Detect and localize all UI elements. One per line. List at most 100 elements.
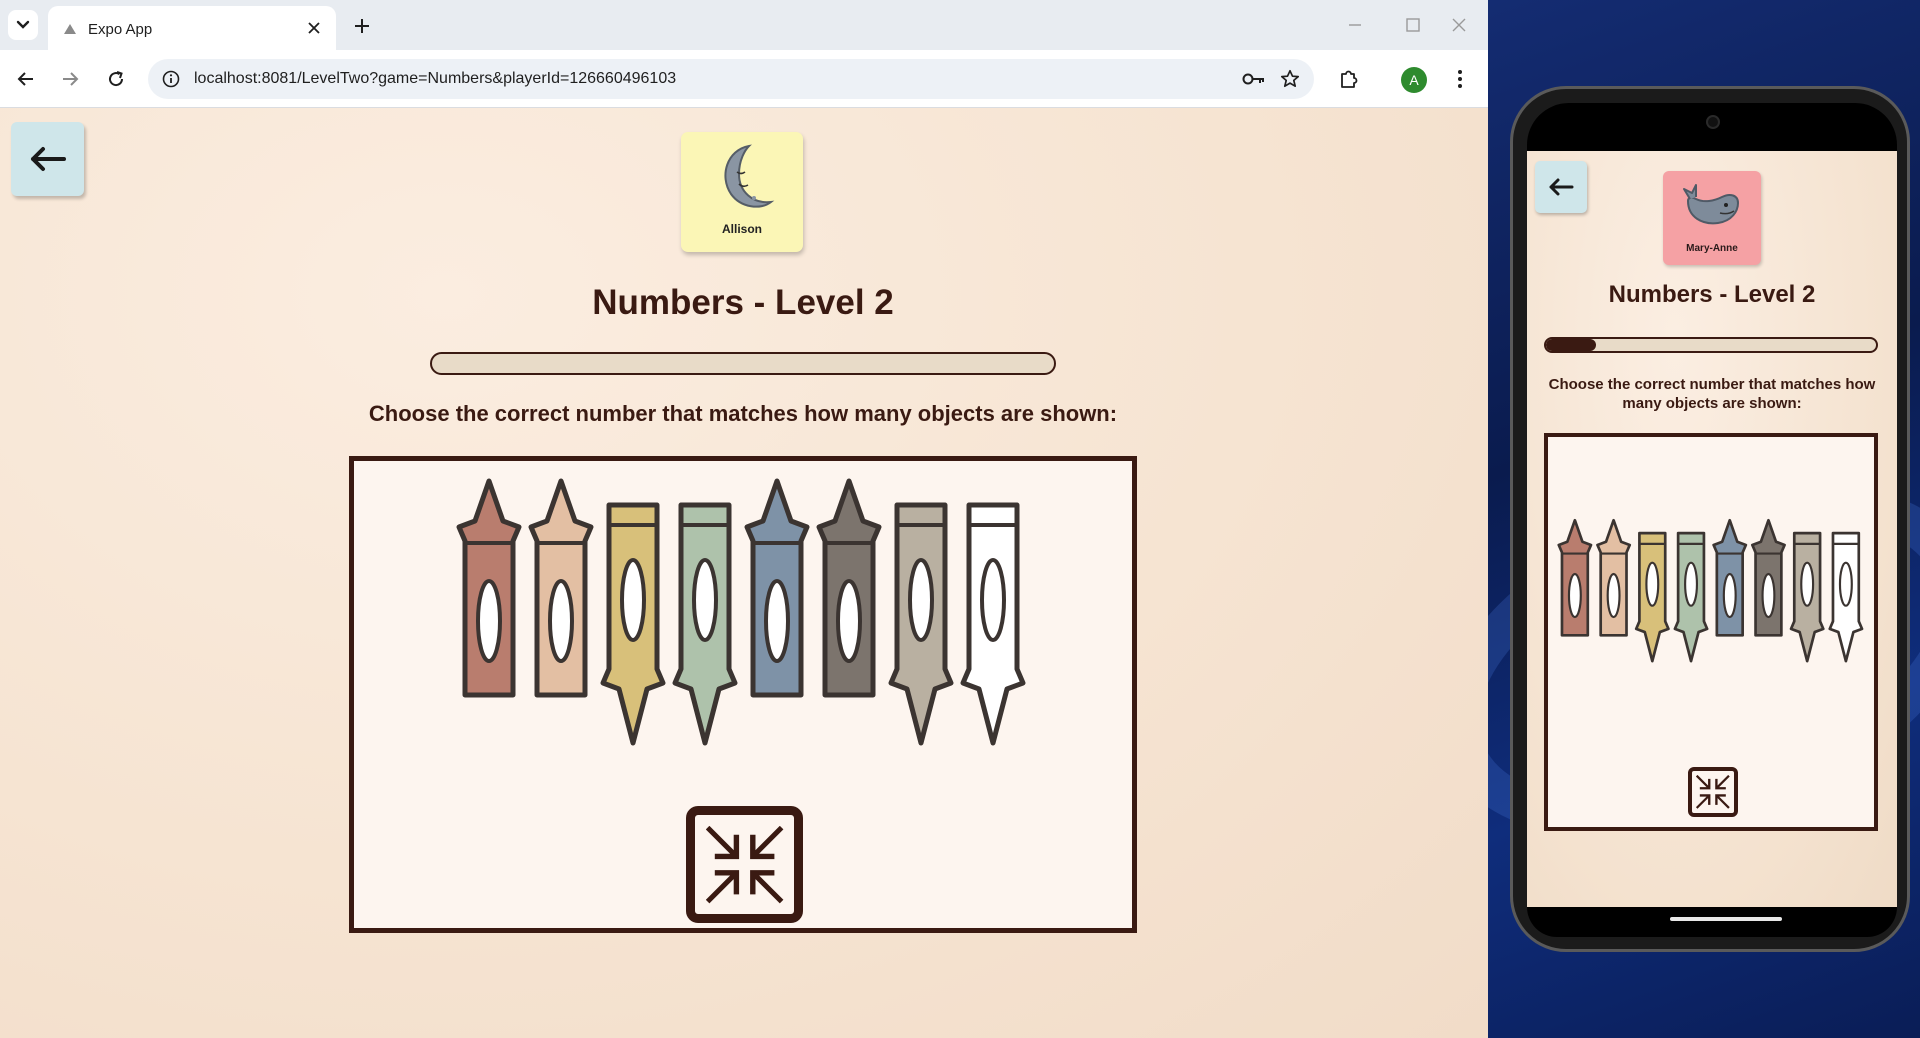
crayons-group [1557,518,1864,663]
browser-window: Expo App localhost:8081/LevelTwo?game=Nu… [0,0,1488,1038]
profile-avatar[interactable]: A [1401,67,1427,93]
crayon-3 [1634,531,1670,663]
objects-panel [349,456,1137,933]
objects-panel [1544,433,1878,831]
android-emulator: Mary-Anne Numbers - Level 2 Choose the c… [1510,86,1910,952]
forward-icon [63,72,79,86]
crayon-8 [1828,531,1864,663]
tab-strip: Expo App [0,0,1488,50]
kebab-menu-icon [1458,70,1462,88]
crayon-5 [1712,518,1748,637]
instruction-text: Choose the correct number that matches h… [368,401,1118,426]
bookmark-button[interactable] [1278,67,1302,91]
reload-button[interactable] [100,63,132,95]
gesture-handle[interactable] [1670,917,1782,921]
crayon-7 [888,502,954,746]
crayon-6 [1750,518,1786,637]
crayon-label [980,558,1006,642]
arrow-left-icon [1549,178,1574,196]
phone-nav-bar [1527,907,1897,937]
crayon-label [836,579,862,663]
password-manager-button[interactable] [1242,68,1266,90]
key-icon [1242,73,1264,85]
crayon-label [620,558,646,642]
crayon-label [692,558,718,642]
crayon-label [1838,561,1853,607]
crayon-5 [744,478,810,698]
player-name: Mary-Anne [1686,243,1738,254]
reload-icon [109,71,124,87]
tab-close-button[interactable] [304,18,324,38]
crayon-label [908,558,934,642]
level-title: Numbers - Level 2 [1608,281,1816,308]
progress-fill [1546,339,1596,351]
collapse-arrows-icon [1696,775,1730,809]
crayon-8 [960,502,1026,746]
url-text: localhost:8081/LevelTwo?game=Numbers&pla… [194,70,677,87]
tab-search-button[interactable] [8,10,38,40]
whale-avatar-icon [1683,184,1740,225]
browser-menu-button[interactable] [1444,63,1476,95]
crayon-label [1800,561,1815,607]
minimize-icon [1349,24,1361,26]
close-window-button[interactable] [1444,12,1474,38]
level-progress-bar [1544,337,1878,353]
instruction-text: Choose the correct number that matches h… [1548,376,1876,412]
crayon-label [1722,572,1737,619]
extensions-button[interactable] [1333,63,1365,95]
browser-back-button[interactable] [10,63,42,95]
minimize-button[interactable] [1340,12,1370,38]
crayon-4 [672,502,738,746]
close-icon [1452,18,1466,32]
browser-toolbar: localhost:8081/LevelTwo?game=Numbers&pla… [0,50,1488,108]
player-name: Allison [721,222,762,236]
chevron-down-icon [16,20,30,29]
level-progress-bar [430,352,1056,375]
player-card[interactable]: Mary-Anne [1663,171,1761,265]
crayon-label [548,579,574,663]
crayon-1 [1557,518,1593,637]
forward-button[interactable] [54,63,86,95]
maximize-button[interactable] [1398,12,1428,38]
crayon-1 [456,478,522,698]
close-icon [308,22,320,34]
plus-icon [355,19,369,33]
maximize-icon [1406,18,1420,32]
collapse-button[interactable] [686,806,803,923]
back-button[interactable] [11,122,84,196]
crayon-label [1684,561,1699,607]
puzzle-piece-icon [1341,70,1358,88]
app-page: Allison Numbers - Level 2 Choose the cor… [0,108,1488,1038]
star-icon [1280,69,1300,88]
crayon-label [1606,572,1621,619]
collapse-button[interactable] [1688,767,1738,817]
address-bar[interactable]: localhost:8081/LevelTwo?game=Numbers&pla… [148,59,1314,99]
level-title: Numbers - Level 2 [592,283,894,322]
crayon-label [476,579,502,663]
browser-tab[interactable]: Expo App [48,6,336,50]
crayon-4 [1673,531,1709,663]
new-tab-button[interactable] [348,12,376,40]
tab-title: Expo App [88,21,153,38]
crayon-3 [600,502,666,746]
camera-icon [1706,115,1720,129]
arrow-left-icon [30,147,66,171]
crayon-6 [816,478,882,698]
moon-avatar-icon [724,144,775,208]
player-card[interactable]: Allison [681,132,803,252]
crayon-label [1645,561,1660,607]
crayon-7 [1789,531,1825,663]
crayon-2 [1596,518,1632,637]
browser-back-icon [17,72,33,86]
crayon-label [1567,572,1582,619]
collapse-arrows-icon [705,825,783,903]
phone-screen: Mary-Anne Numbers - Level 2 Choose the c… [1527,151,1897,907]
crayons-group [456,478,1026,746]
site-info-button[interactable] [160,68,182,90]
site-info-icon [162,70,180,88]
crayon-label [764,579,790,663]
crayon-2 [528,478,594,698]
crayon-label [1761,572,1776,619]
expo-favicon-icon [64,24,76,34]
back-button[interactable] [1535,161,1587,213]
